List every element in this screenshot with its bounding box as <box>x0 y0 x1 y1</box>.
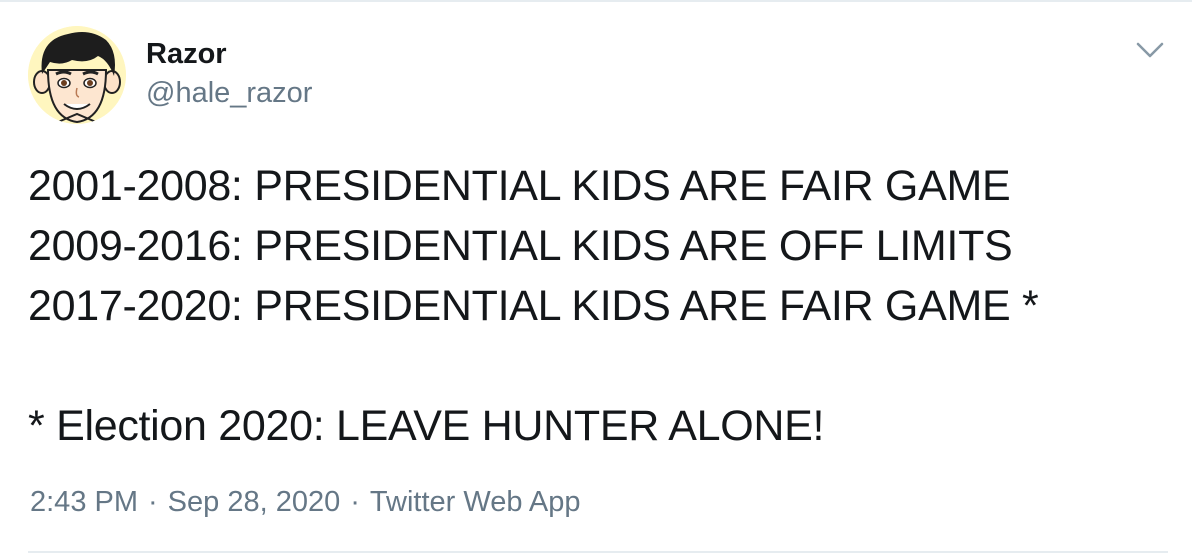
tweet-line: 2001-2008: PRESIDENTIAL KIDS ARE FAIR GA… <box>28 162 1011 210</box>
tweet-date[interactable]: Sep 28, 2020 <box>168 486 341 518</box>
tweet-line: 2009-2016: PRESIDENTIAL KIDS ARE OFF LIM… <box>28 222 1013 270</box>
tweet-text: 2001-2008: PRESIDENTIAL KIDS ARE FAIR GA… <box>28 156 1168 456</box>
author-handle[interactable]: @hale_razor <box>146 75 312 111</box>
chevron-down-icon[interactable] <box>1134 40 1166 62</box>
cartoon-face-avatar-icon <box>28 26 126 124</box>
author-display-name[interactable]: Razor <box>146 36 227 72</box>
bottom-divider <box>28 551 1168 553</box>
tweet-metadata: 2:43 PM · Sep 28, 2020 · Twitter Web App <box>30 484 581 520</box>
meta-separator: · <box>148 486 158 518</box>
tweet-source[interactable]: Twitter Web App <box>370 486 581 518</box>
meta-separator: · <box>350 486 360 518</box>
tweet-card: Razor @hale_razor 2001-2008: PRESIDENTIA… <box>0 0 1192 556</box>
avatar[interactable] <box>28 26 126 124</box>
tweet-time[interactable]: 2:43 PM <box>30 486 138 518</box>
tweet-line: * Election 2020: LEAVE HUNTER ALONE! <box>28 402 825 450</box>
tweet-line: 2017-2020: PRESIDENTIAL KIDS ARE FAIR GA… <box>28 282 1039 330</box>
